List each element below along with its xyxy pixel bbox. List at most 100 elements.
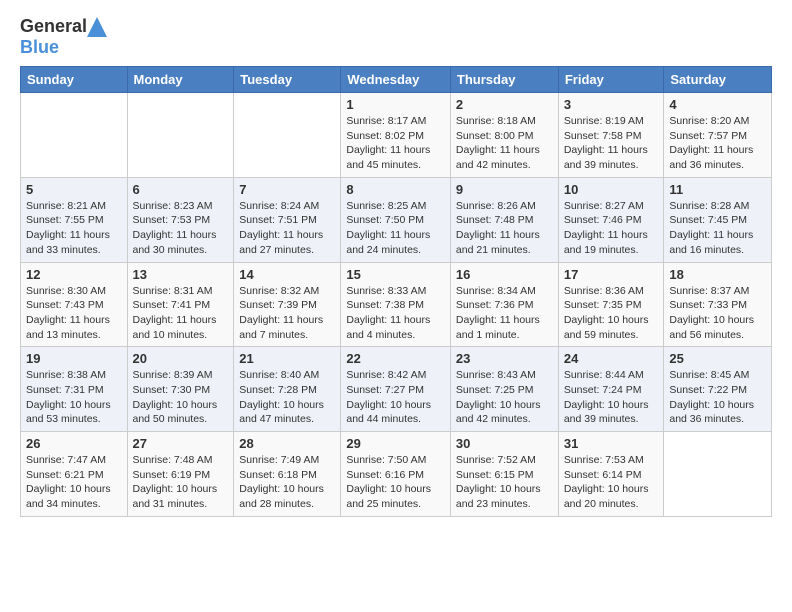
- day-number: 15: [346, 267, 445, 282]
- day-number: 26: [26, 436, 122, 451]
- calendar-cell: 21 Sunrise: 8:40 AM Sunset: 7:28 PM Dayli…: [234, 347, 341, 432]
- header: GeneralBlue: [20, 16, 772, 58]
- calendar-cell: 5 Sunrise: 8:21 AM Sunset: 7:55 PM Daylig…: [21, 177, 128, 262]
- day-number: 16: [456, 267, 553, 282]
- page: GeneralBlue SundayMondayTuesdayWednesday…: [0, 0, 792, 527]
- day-number: 3: [564, 97, 659, 112]
- calendar-header-saturday: Saturday: [664, 67, 772, 93]
- calendar-header-row: SundayMondayTuesdayWednesdayThursdayFrid…: [21, 67, 772, 93]
- day-number: 20: [133, 351, 229, 366]
- calendar-cell: 16 Sunrise: 8:34 AM Sunset: 7:36 PM Dayli…: [450, 262, 558, 347]
- day-number: 5: [26, 182, 122, 197]
- calendar-cell: 8 Sunrise: 8:25 AM Sunset: 7:50 PM Daylig…: [341, 177, 451, 262]
- logo-text-blue: Blue: [20, 37, 59, 58]
- day-info: Sunrise: 8:27 AM Sunset: 7:46 PM Dayligh…: [564, 199, 659, 258]
- calendar-week-1: 1 Sunrise: 8:17 AM Sunset: 8:02 PM Daylig…: [21, 93, 772, 178]
- calendar-header-friday: Friday: [558, 67, 664, 93]
- day-number: 4: [669, 97, 766, 112]
- calendar-cell: 13Sunrise: 8:31 AM Sunset: 7:41 PM Dayli…: [127, 262, 234, 347]
- calendar-cell: 27Sunrise: 7:48 AM Sunset: 6:19 PM Dayli…: [127, 432, 234, 517]
- day-info: Sunrise: 7:49 AM Sunset: 6:18 PM Dayligh…: [239, 453, 335, 512]
- day-info: Sunrise: 8:43 AM Sunset: 7:25 PM Dayligh…: [456, 368, 553, 427]
- calendar-cell: 23 Sunrise: 8:43 AM Sunset: 7:25 PM Dayli…: [450, 347, 558, 432]
- day-info: Sunrise: 8:17 AM Sunset: 8:02 PM Dayligh…: [346, 114, 445, 173]
- calendar-cell: 2 Sunrise: 8:18 AM Sunset: 8:00 PM Daylig…: [450, 93, 558, 178]
- calendar-cell: 9 Sunrise: 8:26 AM Sunset: 7:48 PM Daylig…: [450, 177, 558, 262]
- calendar-header-wednesday: Wednesday: [341, 67, 451, 93]
- day-number: 1: [346, 97, 445, 112]
- day-number: 10: [564, 182, 659, 197]
- day-number: 29: [346, 436, 445, 451]
- calendar-header-sunday: Sunday: [21, 67, 128, 93]
- calendar-cell: 4 Sunrise: 8:20 AM Sunset: 7:57 PM Daylig…: [664, 93, 772, 178]
- day-info: Sunrise: 8:26 AM Sunset: 7:48 PM Dayligh…: [456, 199, 553, 258]
- day-number: 13: [133, 267, 229, 282]
- calendar-cell: 12 Sunrise: 8:30 AM Sunset: 7:43 PM Dayli…: [21, 262, 128, 347]
- day-number: 9: [456, 182, 553, 197]
- day-number: 7: [239, 182, 335, 197]
- day-info: Sunrise: 8:40 AM Sunset: 7:28 PM Dayligh…: [239, 368, 335, 427]
- day-info: Sunrise: 8:25 AM Sunset: 7:50 PM Dayligh…: [346, 199, 445, 258]
- day-number: 23: [456, 351, 553, 366]
- calendar-cell: 14 Sunrise: 8:32 AM Sunset: 7:39 PM Dayli…: [234, 262, 341, 347]
- calendar-cell: 1 Sunrise: 8:17 AM Sunset: 8:02 PM Daylig…: [341, 93, 451, 178]
- day-info: Sunrise: 8:19 AM Sunset: 7:58 PM Dayligh…: [564, 114, 659, 173]
- calendar-cell: 3 Sunrise: 8:19 AM Sunset: 7:58 PM Daylig…: [558, 93, 664, 178]
- day-number: 27: [133, 436, 229, 451]
- day-info: Sunrise: 8:39 AM Sunset: 7:30 PM Dayligh…: [133, 368, 229, 427]
- day-info: Sunrise: 8:36 AM Sunset: 7:35 PM Dayligh…: [564, 284, 659, 343]
- day-number: 30: [456, 436, 553, 451]
- logo: GeneralBlue: [20, 16, 107, 58]
- day-number: 31: [564, 436, 659, 451]
- day-info: Sunrise: 8:44 AM Sunset: 7:24 PM Dayligh…: [564, 368, 659, 427]
- calendar-cell: 18 Sunrise: 8:37 AM Sunset: 7:33 PM Dayli…: [664, 262, 772, 347]
- day-info: Sunrise: 8:21 AM Sunset: 7:55 PM Dayligh…: [26, 199, 122, 258]
- calendar-table: SundayMondayTuesdayWednesdayThursdayFrid…: [20, 66, 772, 517]
- day-info: Sunrise: 8:23 AM Sunset: 7:53 PM Dayligh…: [133, 199, 229, 258]
- day-number: 12: [26, 267, 122, 282]
- calendar-cell: 28Sunrise: 7:49 AM Sunset: 6:18 PM Dayli…: [234, 432, 341, 517]
- calendar-week-3: 12 Sunrise: 8:30 AM Sunset: 7:43 PM Dayli…: [21, 262, 772, 347]
- calendar-week-2: 5 Sunrise: 8:21 AM Sunset: 7:55 PM Daylig…: [21, 177, 772, 262]
- calendar-cell: [21, 93, 128, 178]
- calendar-header-thursday: Thursday: [450, 67, 558, 93]
- calendar-header-tuesday: Tuesday: [234, 67, 341, 93]
- calendar-cell: 25Sunrise: 8:45 AM Sunset: 7:22 PM Dayli…: [664, 347, 772, 432]
- day-number: 19: [26, 351, 122, 366]
- day-info: Sunrise: 7:47 AM Sunset: 6:21 PM Dayligh…: [26, 453, 122, 512]
- calendar-cell: 30Sunrise: 7:52 AM Sunset: 6:15 PM Dayli…: [450, 432, 558, 517]
- day-info: Sunrise: 7:53 AM Sunset: 6:14 PM Dayligh…: [564, 453, 659, 512]
- calendar-week-5: 26 Sunrise: 7:47 AM Sunset: 6:21 PM Dayli…: [21, 432, 772, 517]
- calendar-cell: 20 Sunrise: 8:39 AM Sunset: 7:30 PM Dayli…: [127, 347, 234, 432]
- day-info: Sunrise: 8:18 AM Sunset: 8:00 PM Dayligh…: [456, 114, 553, 173]
- calendar-cell: 29Sunrise: 7:50 AM Sunset: 6:16 PM Dayli…: [341, 432, 451, 517]
- calendar-cell: 24 Sunrise: 8:44 AM Sunset: 7:24 PM Dayli…: [558, 347, 664, 432]
- day-number: 21: [239, 351, 335, 366]
- calendar-cell: 17 Sunrise: 8:36 AM Sunset: 7:35 PM Dayli…: [558, 262, 664, 347]
- day-number: 8: [346, 182, 445, 197]
- calendar-cell: 31 Sunrise: 7:53 AM Sunset: 6:14 PM Dayli…: [558, 432, 664, 517]
- day-number: 14: [239, 267, 335, 282]
- day-number: 18: [669, 267, 766, 282]
- calendar-cell: [664, 432, 772, 517]
- day-info: Sunrise: 8:34 AM Sunset: 7:36 PM Dayligh…: [456, 284, 553, 343]
- day-info: Sunrise: 8:20 AM Sunset: 7:57 PM Dayligh…: [669, 114, 766, 173]
- day-info: Sunrise: 8:32 AM Sunset: 7:39 PM Dayligh…: [239, 284, 335, 343]
- calendar-cell: 19Sunrise: 8:38 AM Sunset: 7:31 PM Dayli…: [21, 347, 128, 432]
- day-number: 24: [564, 351, 659, 366]
- calendar-cell: 11Sunrise: 8:28 AM Sunset: 7:45 PM Dayli…: [664, 177, 772, 262]
- logo-text-general: General: [20, 16, 87, 37]
- calendar-cell: 10 Sunrise: 8:27 AM Sunset: 7:46 PM Dayli…: [558, 177, 664, 262]
- day-info: Sunrise: 8:45 AM Sunset: 7:22 PM Dayligh…: [669, 368, 766, 427]
- day-info: Sunrise: 8:30 AM Sunset: 7:43 PM Dayligh…: [26, 284, 122, 343]
- day-info: Sunrise: 8:37 AM Sunset: 7:33 PM Dayligh…: [669, 284, 766, 343]
- day-number: 2: [456, 97, 553, 112]
- day-info: Sunrise: 8:33 AM Sunset: 7:38 PM Dayligh…: [346, 284, 445, 343]
- logo-triangle-icon: [87, 17, 107, 37]
- calendar-cell: 15 Sunrise: 8:33 AM Sunset: 7:38 PM Dayli…: [341, 262, 451, 347]
- day-number: 17: [564, 267, 659, 282]
- day-number: 6: [133, 182, 229, 197]
- calendar-cell: 22Sunrise: 8:42 AM Sunset: 7:27 PM Dayli…: [341, 347, 451, 432]
- day-info: Sunrise: 8:42 AM Sunset: 7:27 PM Dayligh…: [346, 368, 445, 427]
- calendar-header-monday: Monday: [127, 67, 234, 93]
